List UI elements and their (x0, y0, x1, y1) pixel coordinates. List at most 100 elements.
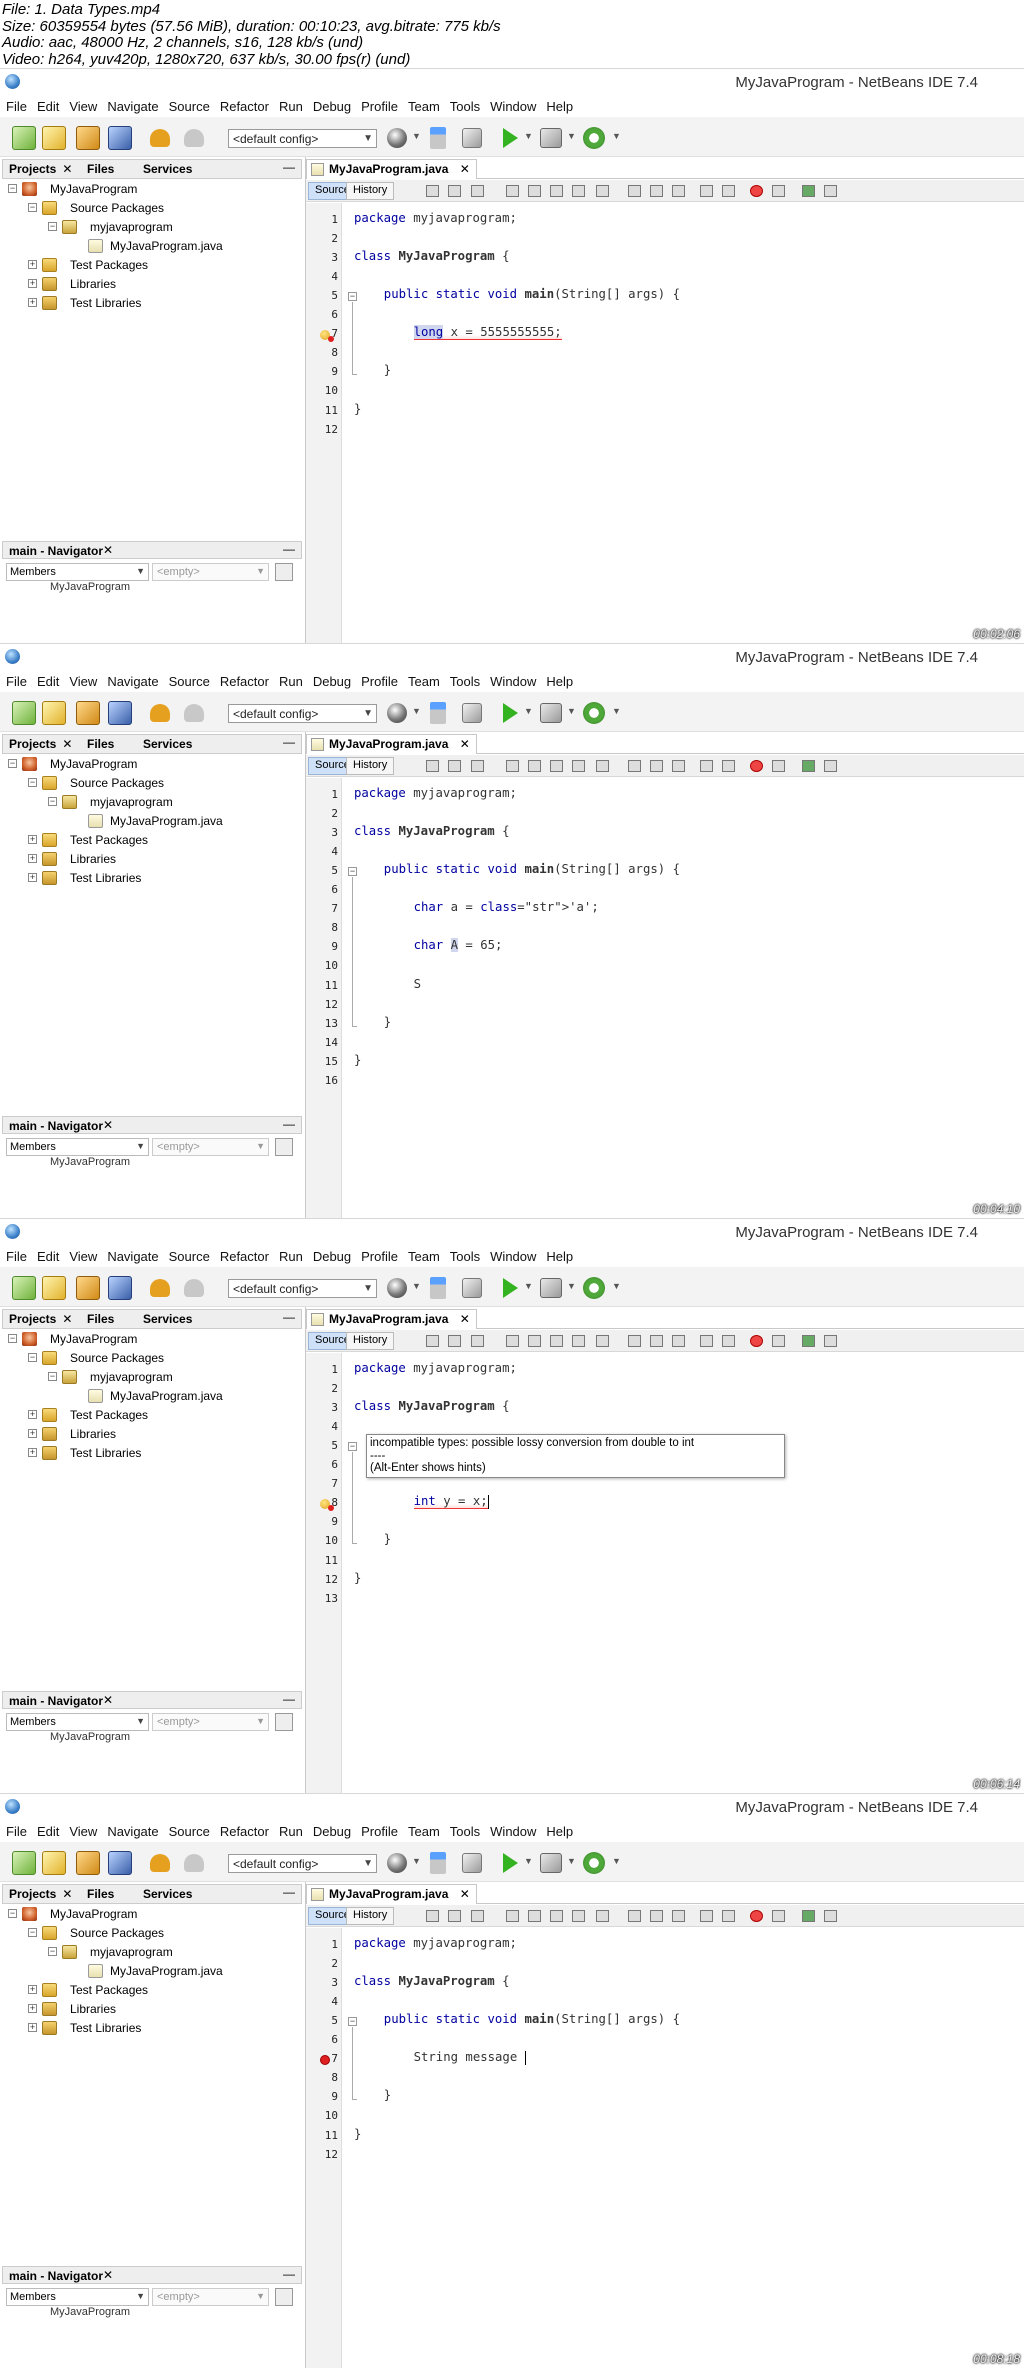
run-icon[interactable] (503, 703, 518, 723)
chevron-down-icon[interactable]: ▼ (612, 131, 621, 141)
build-icon[interactable] (430, 127, 446, 149)
expand-icon[interactable]: + (28, 835, 37, 844)
next-bookmark-icon[interactable] (650, 1910, 663, 1922)
collapse-icon[interactable]: − (8, 1909, 17, 1918)
collapse-icon[interactable]: − (8, 759, 17, 768)
forward-icon[interactable] (448, 1910, 461, 1922)
toggle-highlight-icon[interactable] (572, 760, 585, 772)
globe-icon[interactable] (387, 1278, 407, 1298)
menu-help[interactable]: Help (546, 99, 573, 114)
last-edit-icon[interactable] (471, 185, 484, 197)
previous-bookmark-icon[interactable] (628, 1335, 641, 1347)
menu-source[interactable]: Source (169, 674, 210, 689)
menu-window[interactable]: Window (490, 99, 536, 114)
menu-tools[interactable]: Tools (450, 674, 480, 689)
minimize-icon[interactable]: — (283, 2267, 295, 2281)
menu-refactor[interactable]: Refactor (220, 99, 269, 114)
close-icon[interactable]: ✕ (103, 2268, 113, 2282)
profile-icon[interactable] (583, 127, 605, 149)
menu-debug[interactable]: Debug (313, 1824, 351, 1839)
build-icon[interactable] (430, 1277, 446, 1299)
expand-icon[interactable]: + (28, 298, 37, 307)
editor-tab[interactable]: MyJavaProgram.java ✕ (306, 734, 477, 754)
close-icon[interactable]: ✕ (103, 1693, 113, 1707)
chevron-down-icon[interactable]: ▼ (412, 1856, 421, 1866)
forward-icon[interactable] (448, 185, 461, 197)
save-all-icon[interactable] (108, 126, 132, 150)
expand-icon[interactable]: + (28, 1410, 37, 1419)
menu-window[interactable]: Window (490, 1824, 536, 1839)
close-icon[interactable]: ✕ (62, 1887, 72, 1901)
members-select[interactable]: Members ▼ (6, 1713, 149, 1731)
previous-bookmark-icon[interactable] (628, 1910, 641, 1922)
expand-icon[interactable]: + (28, 854, 37, 863)
navigator-options-icon[interactable] (275, 563, 293, 581)
tab-services[interactable]: Services (143, 1887, 192, 1901)
undo-icon[interactable] (150, 1279, 170, 1297)
chevron-down-icon[interactable]: ▼ (567, 131, 576, 141)
chevron-down-icon[interactable]: ▼ (524, 1856, 533, 1866)
close-icon[interactable]: ✕ (62, 737, 72, 751)
menu-debug[interactable]: Debug (313, 99, 351, 114)
find-previous-icon[interactable] (528, 185, 541, 197)
collapse-icon[interactable]: − (28, 778, 37, 787)
menu-file[interactable]: File (6, 99, 27, 114)
last-edit-icon[interactable] (471, 1910, 484, 1922)
chevron-down-icon[interactable]: ▼ (524, 706, 533, 716)
last-edit-icon[interactable] (471, 760, 484, 772)
forward-icon[interactable] (448, 1335, 461, 1347)
collapse-icon[interactable]: − (48, 797, 57, 806)
run-icon[interactable] (503, 1278, 518, 1298)
next-bookmark-icon[interactable] (650, 185, 663, 197)
code-area[interactable]: package myjavaprogram; class MyJavaProgra… (342, 1928, 1024, 2368)
config-select[interactable]: <default config> ▼ (228, 129, 377, 148)
minimize-icon[interactable]: — (283, 542, 295, 556)
tab-files[interactable]: Files (87, 737, 114, 751)
undo-icon[interactable] (150, 129, 170, 147)
menu-team[interactable]: Team (408, 99, 440, 114)
menu-tools[interactable]: Tools (450, 1824, 480, 1839)
stop-macro-icon[interactable] (750, 1910, 763, 1922)
record-macro-icon[interactable] (772, 1335, 785, 1347)
collapse-icon[interactable]: − (48, 1372, 57, 1381)
menu-run[interactable]: Run (279, 1824, 303, 1839)
comment-icon[interactable] (802, 760, 815, 772)
find-previous-icon[interactable] (528, 1335, 541, 1347)
error-hint-icon[interactable] (320, 330, 334, 343)
chevron-down-icon[interactable]: ▼ (412, 706, 421, 716)
minimize-icon[interactable]: — (283, 1117, 295, 1131)
navigator-item[interactable]: MyJavaProgram (50, 2306, 130, 2318)
tab-projects[interactable]: Projects ✕ (9, 1312, 72, 1326)
save-all-icon[interactable] (108, 1851, 132, 1875)
new-project-icon[interactable] (12, 126, 36, 150)
history-button[interactable]: History (346, 757, 395, 775)
new-project-icon[interactable] (12, 701, 36, 725)
collapse-icon[interactable]: − (48, 1947, 57, 1956)
menu-edit[interactable]: Edit (37, 99, 59, 114)
expand-icon[interactable]: + (28, 1985, 37, 1994)
redo-icon[interactable] (184, 1854, 204, 1872)
close-icon[interactable]: ✕ (460, 1887, 470, 1901)
menu-run[interactable]: Run (279, 99, 303, 114)
toggle-highlight-icon[interactable] (572, 1335, 585, 1347)
chevron-down-icon[interactable]: ▼ (412, 1281, 421, 1291)
collapse-icon[interactable]: − (28, 1928, 37, 1937)
uncomment-icon[interactable] (824, 760, 837, 772)
menu-navigate[interactable]: Navigate (107, 1824, 158, 1839)
error-hint-icon[interactable] (320, 1499, 334, 1512)
find-next-icon[interactable] (550, 185, 563, 197)
profile-icon[interactable] (583, 1277, 605, 1299)
menu-team[interactable]: Team (408, 1249, 440, 1264)
menu-help[interactable]: Help (546, 1824, 573, 1839)
empty-select[interactable]: <empty> ▼ (152, 1713, 269, 1731)
forward-icon[interactable] (448, 760, 461, 772)
clean-build-icon[interactable] (462, 1278, 482, 1298)
collapse-icon[interactable]: − (8, 184, 17, 193)
save-all-icon[interactable] (108, 701, 132, 725)
history-button[interactable]: History (346, 1907, 395, 1925)
minimize-icon[interactable]: — (283, 1692, 295, 1706)
chevron-down-icon[interactable]: ▼ (524, 131, 533, 141)
navigator-item[interactable]: MyJavaProgram (50, 1731, 130, 1743)
menu-profile[interactable]: Profile (361, 1824, 398, 1839)
code-area[interactable]: package myjavaprogram; class MyJavaProgra… (342, 203, 1024, 643)
